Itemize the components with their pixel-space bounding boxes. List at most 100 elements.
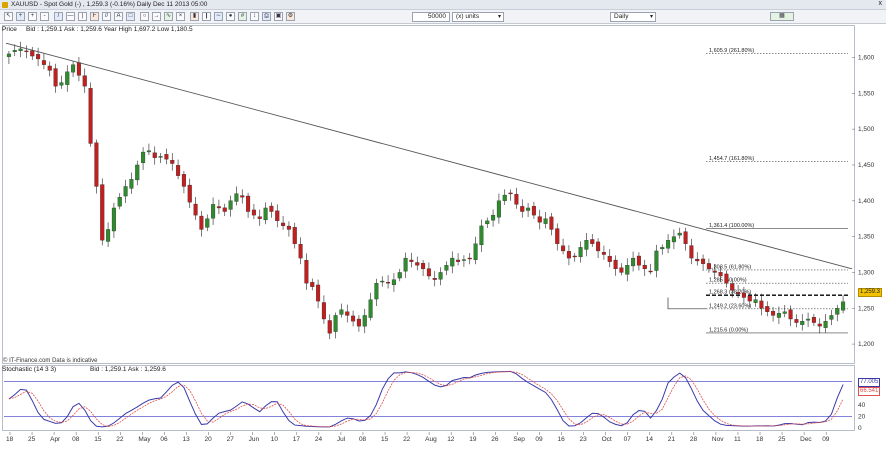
candle-body [496, 200, 501, 218]
candle-body [111, 207, 116, 232]
candle-body [736, 292, 741, 295]
price-axis-label: 1,200 [858, 341, 875, 348]
candle-body [555, 228, 560, 244]
time-axis-label: Oct [602, 436, 612, 443]
candle-body [94, 142, 99, 187]
candle-body [41, 60, 46, 65]
candle-body [689, 245, 694, 259]
candle-body [811, 317, 816, 323]
candle-body [829, 315, 834, 320]
candle-body [374, 283, 379, 300]
time-axis-label: 14 [646, 436, 654, 443]
candle-body [432, 278, 437, 280]
candle-body [187, 184, 192, 203]
time-axis-label: 22 [116, 436, 124, 443]
candle-body [730, 283, 735, 291]
time-axis-label: May [138, 436, 151, 443]
candle-body [339, 309, 344, 315]
candle-body [590, 239, 595, 244]
candle-body [397, 272, 402, 279]
time-axis-label: 12 [447, 436, 455, 443]
candle-body [607, 255, 612, 262]
candle-body [666, 240, 671, 249]
candle-body [6, 53, 11, 57]
candle-body [281, 222, 286, 227]
time-axis-label: 26 [491, 436, 499, 443]
candle-body [386, 282, 391, 284]
candle-body [351, 315, 356, 322]
time-axis-label: 08 [359, 436, 367, 443]
candle-body [776, 313, 781, 318]
candle-body [572, 255, 577, 258]
candle-body [403, 257, 408, 272]
oscillator-panel-tag: Stochastic (14 3 3) [2, 366, 57, 373]
candle-body [141, 151, 146, 163]
price-axis-label: 1,600 [858, 54, 875, 61]
candle-body [129, 179, 134, 189]
time-axis-label: Nov [712, 436, 724, 443]
price-axis-label: 1,550 [858, 90, 875, 97]
candle-body [333, 315, 338, 332]
candle-body [310, 282, 315, 287]
time-axis-label: Apr [50, 436, 61, 443]
candle-body [461, 259, 466, 261]
oscillator-axis-label: 0 [858, 425, 862, 432]
candle-body [456, 259, 461, 262]
time-axis-label: 06 [160, 436, 168, 443]
candle-body [701, 258, 706, 264]
time-axis-label: 18 [6, 436, 14, 443]
candle-body [584, 240, 589, 250]
candle-body [835, 308, 840, 315]
candle-body [146, 150, 151, 153]
candle-body [741, 292, 746, 298]
candle-body [561, 245, 566, 252]
candle-body [59, 82, 64, 86]
price-panel-tag: Price [2, 26, 17, 33]
candle-body [76, 62, 81, 76]
candle-body [823, 321, 828, 328]
watermark-text: © IT-Finance.com Data is indicative [3, 358, 98, 364]
candle-body [596, 241, 601, 252]
candle-body [170, 160, 175, 164]
candle-body [537, 216, 542, 223]
candle-body [391, 279, 396, 286]
candle-body [234, 193, 239, 202]
candle-body [117, 197, 122, 207]
candle-body [613, 259, 618, 270]
candle-body [345, 311, 350, 316]
candle-body [677, 232, 682, 236]
candle-body [508, 192, 513, 195]
candle-body [362, 315, 367, 327]
candle-body [771, 310, 776, 316]
candle-body [164, 154, 169, 160]
candle-body [240, 195, 245, 198]
candle-body [718, 272, 723, 277]
candle-body [648, 270, 653, 273]
candle-body [263, 207, 268, 221]
candle-body [53, 68, 58, 87]
time-axis-label: Jun [249, 436, 260, 443]
time-axis-label: 15 [381, 436, 389, 443]
candle-body [514, 193, 519, 205]
candle-body [549, 216, 554, 230]
candle-body [421, 263, 426, 270]
candle-body [788, 309, 793, 320]
candle-body [695, 258, 700, 262]
candle-body [794, 319, 799, 323]
candle-body [298, 244, 303, 259]
candle-body [619, 267, 624, 273]
fib-level-label: 1,303.5 (61.80%) [709, 264, 751, 270]
time-axis-label: 28 [690, 436, 698, 443]
candle-body [712, 270, 717, 273]
candle-body [356, 318, 361, 327]
candle-body [444, 265, 449, 271]
candle-body [642, 265, 647, 270]
candle-body [526, 207, 531, 211]
time-axis-label: 15 [94, 436, 102, 443]
candle-body [106, 229, 111, 242]
time-axis-label: 20 [205, 436, 213, 443]
price-chart-canvas[interactable]: 1,600 1,550 1,500 1,450 1,400 1,350 1,300 1,250… [0, 0, 886, 451]
candle-body [485, 220, 490, 225]
support-line [667, 297, 706, 310]
candle-body [683, 231, 688, 244]
